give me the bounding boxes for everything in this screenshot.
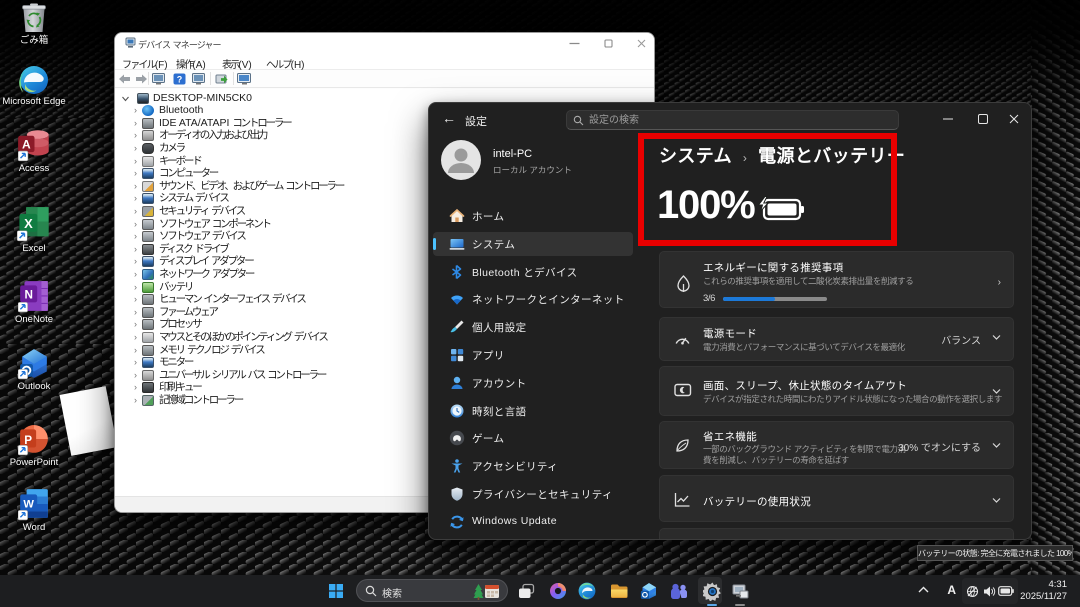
- svg-text:A: A: [21, 137, 30, 151]
- svg-text:X: X: [24, 216, 33, 231]
- svg-text:N: N: [24, 289, 32, 302]
- svg-text:?: ?: [177, 75, 183, 85]
- svg-text:P: P: [24, 434, 32, 447]
- svg-text:W: W: [23, 499, 34, 511]
